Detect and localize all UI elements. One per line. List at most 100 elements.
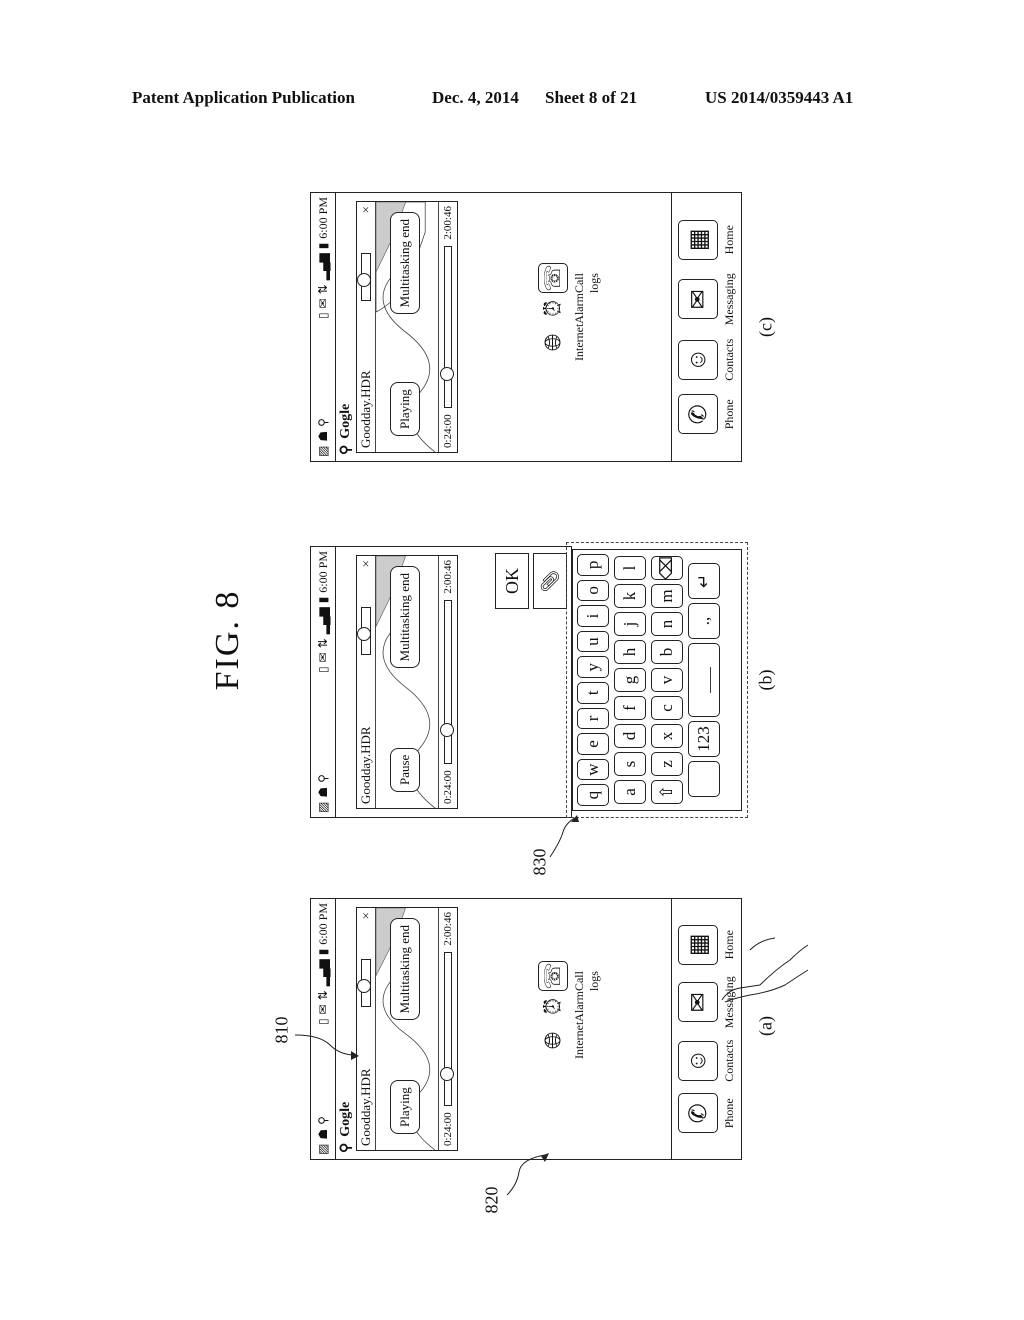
key-k[interactable]: k xyxy=(614,584,646,608)
key-g[interactable]: g xyxy=(614,668,646,692)
key-r[interactable]: r xyxy=(577,707,609,730)
usb-icon: ⚲ xyxy=(316,1116,330,1125)
key-e[interactable]: e xyxy=(577,733,609,755)
volume-knob[interactable] xyxy=(357,626,371,641)
play-state-button[interactable]: Playing xyxy=(390,382,420,436)
key-s[interactable]: s xyxy=(614,752,646,776)
video-popup-810[interactable]: Goodday.HDR × Playing Multitasking end 0… xyxy=(356,907,458,1151)
volume-knob[interactable] xyxy=(357,272,371,287)
globe-icon: 🌐︎ xyxy=(540,1031,565,1050)
key-m[interactable]: m xyxy=(651,584,683,608)
seek-bar[interactable] xyxy=(440,599,454,765)
key-p[interactable]: p xyxy=(577,554,609,576)
key-n[interactable]: n xyxy=(651,612,683,636)
ok-button[interactable]: OK xyxy=(495,553,529,609)
photo-icon: ▨ xyxy=(316,801,330,813)
dock-phone[interactable]: ✆ Phone xyxy=(678,394,737,435)
status-bar: ▨ ☗ ⚲ ▯ ✉ ⇅ ▂▄▆ ▮ 6:00 PM xyxy=(311,547,336,817)
app-internet[interactable]: 🌐︎ Internet xyxy=(538,324,602,361)
signal-icon: ▂▄▆ xyxy=(316,959,330,987)
app-alarm[interactable]: ⏰︎ Alarm xyxy=(538,991,602,1022)
key-sym3[interactable]: ., xyxy=(688,603,720,639)
dock-phone[interactable]: ✆ Phone xyxy=(678,1093,737,1134)
grid-icon: ▦ xyxy=(678,924,718,965)
seek-knob[interactable] xyxy=(440,722,454,737)
attach-button[interactable]: 📎︎ xyxy=(533,553,567,609)
key-x[interactable]: x xyxy=(651,724,683,748)
time-start: 0:24:00 xyxy=(442,1112,454,1146)
search-bar[interactable]: ⚲ Gogle xyxy=(336,193,356,461)
status-time: 6:00 PM xyxy=(315,903,330,945)
android-icon: ☗ xyxy=(316,1128,330,1140)
video-popup[interactable]: Goodday.HDR × Pause Multitasking end 0:2… xyxy=(356,555,458,809)
app-call-logs[interactable]: ☏ Call logs xyxy=(538,961,602,992)
key-sym2[interactable]: ___ xyxy=(688,643,720,717)
key-j[interactable]: j xyxy=(614,612,646,636)
leader-810 xyxy=(295,1034,359,1060)
key-l[interactable]: l xyxy=(614,556,646,580)
key-sym8[interactable]: ⌫ xyxy=(651,556,683,580)
virtual-keyboard: qwertyuiop asdfghjkl ⇧ z x c v b n m ⌫ 123 ___., ↵ xyxy=(572,549,742,811)
dock-contacts[interactable]: ☺ Contacts xyxy=(678,339,737,381)
video-popup[interactable]: Goodday.HDR × Playing Multitasking end 0… xyxy=(356,201,458,453)
key-o[interactable]: o xyxy=(577,579,609,602)
app-alarm[interactable]: ⏰︎ Alarm xyxy=(538,293,602,324)
search-bar[interactable]: ⚲ Gogle xyxy=(336,899,356,1159)
signal-icon: ▂▄▆ xyxy=(316,253,330,281)
key-y[interactable]: y xyxy=(577,656,609,678)
key-v[interactable]: v xyxy=(651,668,683,692)
key-c[interactable]: c xyxy=(651,696,683,720)
publication-date: Dec. 4, 2014 xyxy=(432,88,519,107)
seek-knob[interactable] xyxy=(440,1066,454,1081)
close-icon[interactable]: × xyxy=(358,560,374,567)
key-d[interactable]: d xyxy=(614,724,646,748)
sms-icon: ✉ xyxy=(316,1004,330,1015)
seek-bar[interactable] xyxy=(440,951,454,1107)
key-q[interactable]: q xyxy=(577,784,609,806)
sd-card-icon: ▯ xyxy=(316,666,330,673)
ref-810: 810 xyxy=(271,1016,292,1044)
key-f[interactable]: f xyxy=(614,696,646,720)
key-u[interactable]: u xyxy=(577,630,609,653)
contacts-icon: ☺ xyxy=(678,1040,718,1081)
key-lang-switch[interactable] xyxy=(688,761,720,797)
key-z[interactable]: z xyxy=(651,752,683,776)
play-state-button[interactable]: Playing xyxy=(390,1080,420,1134)
seek-bar[interactable] xyxy=(440,245,454,409)
multitasking-end-button[interactable]: Multitasking end xyxy=(390,566,420,669)
app-internet[interactable]: 🌐︎ Internet xyxy=(538,1022,602,1059)
sd-card-icon: ▯ xyxy=(316,312,330,319)
status-bar: ▨ ☗ ⚲ ▯ ✉ ⇅ ▂▄▆ ▮ 6:00 PM xyxy=(311,193,336,461)
volume-slider[interactable] xyxy=(357,959,371,1008)
multitasking-end-button[interactable]: Multitasking end xyxy=(390,212,420,315)
search-label: Gogle xyxy=(338,1101,353,1137)
key-w[interactable]: w xyxy=(577,758,609,781)
key-sym4[interactable]: ↵ xyxy=(688,563,720,599)
android-icon: ☗ xyxy=(316,430,330,442)
seek-knob[interactable] xyxy=(440,367,454,382)
envelope-icon: ✉ xyxy=(678,982,718,1023)
volume-slider[interactable] xyxy=(357,607,371,656)
play-state-button[interactable]: Pause xyxy=(390,747,420,792)
app-call-logs[interactable]: ☏ Call logs xyxy=(538,263,602,294)
volume-knob[interactable] xyxy=(357,978,371,993)
volume-slider[interactable] xyxy=(357,253,371,302)
dock-contacts[interactable]: ☺ Contacts xyxy=(678,1040,737,1082)
status-time: 6:00 PM xyxy=(315,197,330,239)
dock-home[interactable]: ▦ Home xyxy=(678,219,737,260)
status-bar: ▨ ☗ ⚲ ▯ ✉ ⇅ ▂▄▆ ▮ 6:00 PM xyxy=(311,899,336,1159)
key-123[interactable]: 123 xyxy=(688,721,720,757)
video-frame: Pause Multitasking end xyxy=(376,556,439,808)
dock-messaging[interactable]: ✉ Messaging xyxy=(678,273,737,325)
contacts-icon: ☺ xyxy=(678,339,718,380)
key-sym0[interactable]: ⇧ xyxy=(651,780,683,804)
multitasking-end-button[interactable]: Multitasking end xyxy=(390,918,420,1021)
key-h[interactable]: h xyxy=(614,640,646,664)
key-a[interactable]: a xyxy=(614,780,646,804)
ref-820: 820 xyxy=(481,1186,502,1214)
close-icon[interactable]: × xyxy=(358,206,374,213)
key-b[interactable]: b xyxy=(651,640,683,664)
key-i[interactable]: i xyxy=(577,605,609,627)
close-icon[interactable]: × xyxy=(358,912,374,919)
key-t[interactable]: t xyxy=(577,682,609,704)
